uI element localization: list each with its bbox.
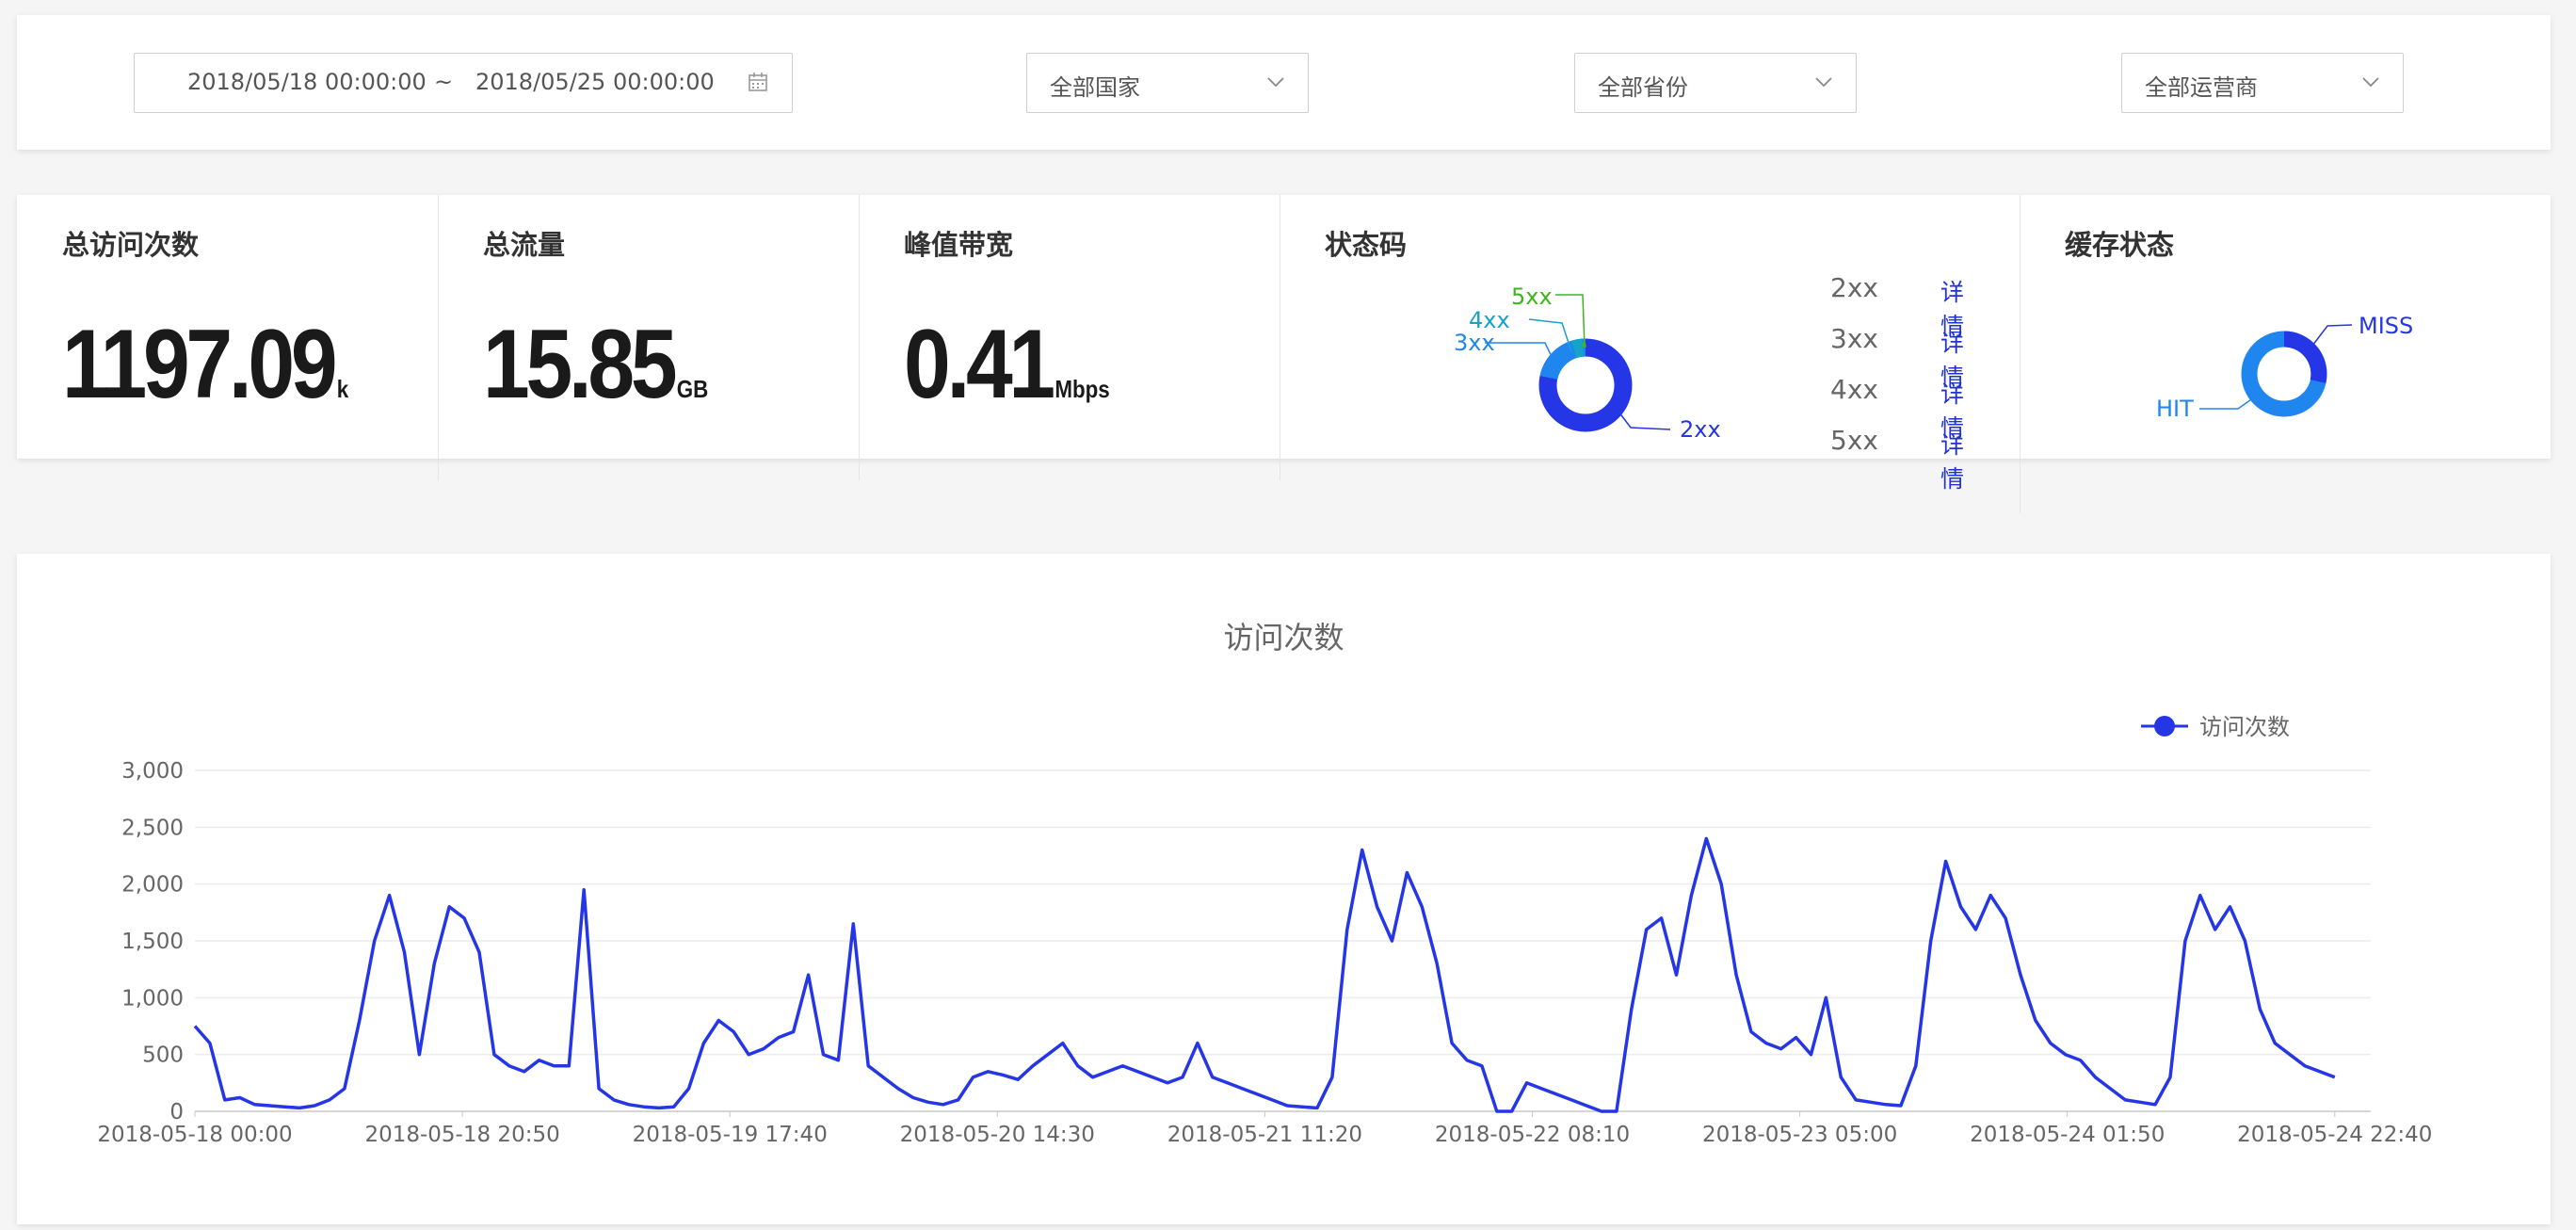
stat-value: 1197.09 k <box>62 316 348 413</box>
legend-marker <box>2154 716 2175 736</box>
chevron-down-icon <box>1815 77 1832 88</box>
stat-number: 0.41 <box>904 310 1055 419</box>
x-tick-label: 2018-05-24 22:40 <box>2237 1123 2432 1147</box>
legend-label: 访问次数 <box>2199 714 2290 740</box>
cache-donut: MISS HIT <box>2156 313 2413 422</box>
chevron-down-icon <box>1267 77 1284 88</box>
y-tick-label: 1,500 <box>121 930 184 954</box>
stat-number: 1197.09 <box>62 310 338 419</box>
donut-slice-miss <box>2283 331 2327 383</box>
stat-peak-bandwidth: 峰值带宽 0.41 Mbps <box>859 195 1280 459</box>
stat-status-codes: 状态码 5xx 4xx 3xx 2xx 2xx 详情 3xx 详情 4xx 详情 <box>1280 195 2035 493</box>
visits-line-chart: 0 500 1,000 1,500 2,000 2,500 3,000 2018-05-18… <box>97 714 2432 1147</box>
stats-row: 总访问次数 1197.09 k 总流量 15.85 GB 峰值带宽 0.41 Mbps… <box>17 195 2551 513</box>
status-code: 4xx <box>1830 374 1878 405</box>
donut-label-hit: HIT <box>2156 396 2194 422</box>
isp-select-label: 全部运营商 <box>2145 74 2258 101</box>
chart-legend[interactable]: 访问次数 <box>2141 714 2290 740</box>
stat-title: 峰值带宽 <box>904 229 1014 261</box>
y-tick-label: 0 <box>169 1100 184 1125</box>
status-code: 5xx <box>1830 425 1878 456</box>
status-code: 3xx <box>1830 323 1878 354</box>
date-separator: ~ <box>434 69 454 95</box>
country-select[interactable]: 全部国家 <box>1026 53 1309 113</box>
y-tick-label: 2,000 <box>121 873 184 898</box>
visits-chart-card: 访问次数 0 500 1,000 1,500 2,000 2,500 3,000 2018-… <box>17 554 2551 1224</box>
donut-label-5xx: 5xx <box>1511 283 1553 310</box>
stat-unit: GB <box>676 375 709 403</box>
y-tick-label: 3,000 <box>121 759 184 784</box>
x-tick-label: 2018-05-23 05:00 <box>1702 1123 1897 1147</box>
stat-title: 总流量 <box>483 229 566 261</box>
stat-unit: Mbps <box>1055 375 1110 403</box>
filter-bar: 2018/05/18 00:00:00 ~ 2018/05/25 00:00:0… <box>17 15 2551 150</box>
province-select[interactable]: 全部省份 <box>1574 53 1857 113</box>
x-tick-label: 2018-05-18 20:50 <box>364 1123 559 1147</box>
stat-value: 15.85 GB <box>483 316 708 413</box>
donut-label-miss: MISS <box>2359 313 2413 339</box>
chevron-down-icon <box>2362 77 2379 88</box>
date-start[interactable]: 2018/05/18 00:00:00 <box>187 69 427 95</box>
donut-label-2xx: 2xx <box>1680 416 1721 443</box>
series-line <box>193 836 2336 1113</box>
country-select-label: 全部国家 <box>1050 74 1140 101</box>
stat-total-traffic: 总流量 15.85 GB <box>438 195 859 459</box>
province-select-label: 全部省份 <box>1598 74 1688 101</box>
stat-title: 总访问次数 <box>62 229 200 261</box>
status-code-donut: 5xx 4xx 3xx 2xx <box>1454 283 1721 443</box>
calendar-icon[interactable] <box>747 71 769 93</box>
isp-select[interactable]: 全部运营商 <box>2121 53 2404 113</box>
stat-unit: k <box>336 375 349 403</box>
donut-slice-4xx <box>1570 338 1585 359</box>
x-tick-label: 2018-05-24 01:50 <box>1970 1123 2165 1147</box>
y-tick-label: 2,500 <box>121 816 184 840</box>
stat-total-visits: 总访问次数 1197.09 k <box>17 195 438 459</box>
y-tick-label: 500 <box>142 1044 184 1068</box>
details-link[interactable]: 详情 <box>1940 427 1964 494</box>
stat-cache-status: 缓存状态 MISS HIT <box>2020 195 2551 459</box>
x-tick-label: 2018-05-21 11:20 <box>1167 1123 1362 1147</box>
y-tick-label: 1,000 <box>121 986 184 1011</box>
date-range-picker[interactable]: 2018/05/18 00:00:00 ~ 2018/05/25 00:00:0… <box>134 53 793 113</box>
x-tick-label: 2018-05-19 17:40 <box>633 1123 828 1147</box>
x-tick-label: 2018-05-22 08:10 <box>1435 1123 1630 1147</box>
status-code: 2xx <box>1830 272 1878 303</box>
x-tick-label: 2018-05-18 00:00 <box>97 1123 292 1147</box>
stat-value: 0.41 Mbps <box>904 316 1110 413</box>
donut-label-3xx: 3xx <box>1454 330 1495 356</box>
stat-number: 15.85 <box>483 310 678 419</box>
date-end[interactable]: 2018/05/25 00:00:00 <box>475 69 715 95</box>
x-tick-label: 2018-05-20 14:30 <box>900 1123 1095 1147</box>
